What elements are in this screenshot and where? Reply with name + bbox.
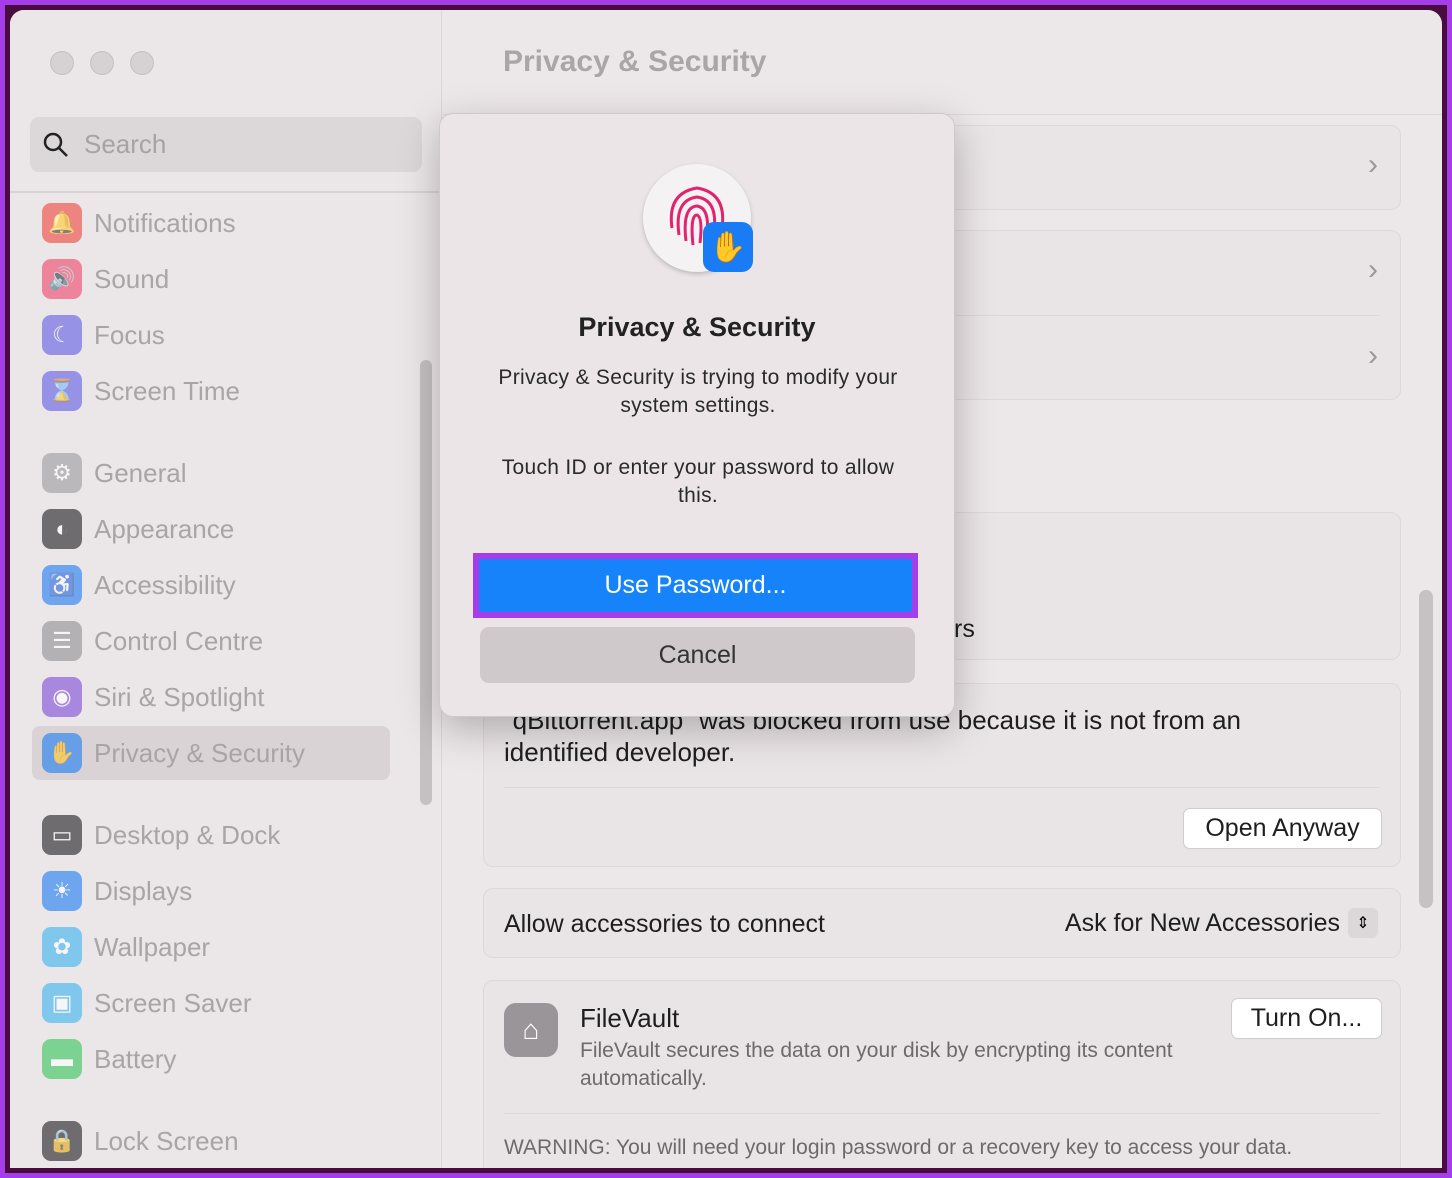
sidebar-item-label: Battery bbox=[94, 1043, 177, 1074]
accessibility-icon: ♿ bbox=[42, 565, 82, 605]
search-field[interactable]: Search bbox=[30, 117, 422, 172]
sidebar-item-sound[interactable]: 🔊 Sound bbox=[32, 252, 390, 306]
chevron-right-icon: › bbox=[1368, 148, 1378, 181]
up-down-chevron-icon: ⇕ bbox=[1348, 908, 1378, 938]
sidebar-item-control-centre[interactable]: ☰ Control Centre bbox=[32, 614, 390, 668]
accessories-row: Allow accessories to connect Ask for New… bbox=[483, 888, 1401, 958]
appearance-icon: ◐ bbox=[42, 509, 82, 549]
siri-icon: ◉ bbox=[42, 677, 82, 717]
speaker-icon: 🔊 bbox=[42, 259, 82, 299]
accessories-label: Allow accessories to connect bbox=[504, 910, 825, 938]
dialog-message: Privacy & Security is trying to modify y… bbox=[498, 366, 898, 417]
sidebar-item-label: Screen Saver bbox=[94, 987, 252, 1018]
sidebar-item-notifications[interactable]: 🔔 Notifications bbox=[32, 196, 390, 250]
moon-icon: ☾ bbox=[42, 315, 82, 355]
use-password-button[interactable]: Use Password... bbox=[479, 559, 912, 612]
window-controls bbox=[50, 51, 154, 75]
filevault-card: ⌂ FileVault FileVault secures the data o… bbox=[483, 980, 1401, 1168]
sidebar-item-desktop-dock[interactable]: ▭ Desktop & Dock bbox=[32, 808, 390, 862]
sidebar-item-label: Desktop & Dock bbox=[94, 819, 281, 850]
sidebar-item-label: Siri & Spotlight bbox=[94, 681, 265, 712]
sidebar-scrollbar[interactable] bbox=[420, 360, 432, 805]
sidebar-item-privacy-security[interactable]: ✋ Privacy & Security bbox=[32, 726, 390, 780]
sidebar-item-general[interactable]: ⚙ General bbox=[32, 446, 390, 500]
sidebar-item-label: Accessibility bbox=[94, 569, 236, 600]
zoom-button[interactable] bbox=[130, 51, 154, 75]
sidebar-item-label: Control Centre bbox=[94, 625, 264, 656]
dialog-title: Privacy & Security bbox=[578, 312, 816, 342]
close-button[interactable] bbox=[50, 51, 74, 75]
sidebar-item-label: Sound bbox=[94, 263, 170, 294]
filevault-description: FileVault secures the data on your disk … bbox=[580, 1039, 1173, 1090]
sidebar-item-label: Lock Screen bbox=[94, 1125, 239, 1156]
sidebar-item-screen-saver[interactable]: ▣ Screen Saver bbox=[32, 976, 390, 1030]
page-title: Privacy & Security bbox=[503, 45, 767, 78]
sidebar-item-displays[interactable]: ☀ Displays bbox=[32, 864, 390, 918]
sidebar-item-siri-spotlight[interactable]: ◉ Siri & Spotlight bbox=[32, 670, 390, 724]
toggles-icon: ☰ bbox=[42, 621, 82, 661]
sidebar-item-label: Screen Time bbox=[94, 375, 240, 406]
open-anyway-button[interactable]: Open Anyway bbox=[1183, 808, 1382, 849]
sidebar-item-label: Notifications bbox=[94, 207, 236, 238]
search-icon bbox=[43, 132, 68, 157]
dock-icon: ▭ bbox=[42, 815, 82, 855]
partial-label: rs bbox=[954, 615, 975, 643]
lock-icon: 🔒 bbox=[42, 1121, 82, 1161]
chevron-right-icon[interactable]: › bbox=[1368, 253, 1378, 287]
sidebar: Search 🔔 Notifications 🔊 Sound ☾ Focus ⌛ Screen… bbox=[10, 10, 442, 1168]
chevron-right-icon[interactable]: › bbox=[1368, 339, 1378, 373]
sidebar-item-battery[interactable]: ▬ Battery bbox=[32, 1032, 390, 1086]
battery-icon: ▬ bbox=[42, 1039, 82, 1079]
sidebar-item-focus[interactable]: ☾ Focus bbox=[32, 308, 390, 362]
sidebar-item-accessibility[interactable]: ♿ Accessibility bbox=[32, 558, 390, 612]
sidebar-item-label: General bbox=[94, 457, 187, 488]
filevault-warning: WARNING: You will need your login passwo… bbox=[504, 1136, 1293, 1159]
gear-icon: ⚙ bbox=[42, 453, 82, 493]
filevault-title: FileVault bbox=[580, 1003, 680, 1033]
sidebar-item-label: Appearance bbox=[94, 513, 235, 544]
hourglass-icon: ⌛ bbox=[42, 371, 82, 411]
sidebar-item-label: Displays bbox=[94, 875, 193, 906]
turn-on-button[interactable]: Turn On... bbox=[1231, 998, 1382, 1039]
dialog-prompt: Touch ID or enter your password to allow… bbox=[501, 456, 895, 507]
sidebar-item-screen-time[interactable]: ⌛ Screen Time bbox=[32, 364, 390, 418]
sidebar-item-label: Focus bbox=[94, 319, 165, 350]
hand-icon: ✋ bbox=[703, 222, 753, 272]
sidebar-item-wallpaper[interactable]: ✿ Wallpaper bbox=[32, 920, 390, 974]
screensaver-icon: ▣ bbox=[42, 983, 82, 1023]
accessories-value: Ask for New Accessories bbox=[1064, 908, 1340, 937]
hand-icon: ✋ bbox=[42, 733, 82, 773]
highlight-box: Use Password... bbox=[473, 553, 918, 618]
flower-icon: ✿ bbox=[42, 927, 82, 967]
sidebar-item-lock-screen[interactable]: 🔒 Lock Screen bbox=[32, 1114, 390, 1168]
search-placeholder: Search bbox=[84, 129, 167, 159]
accessories-select[interactable]: Ask for New Accessories ⇕ bbox=[1065, 908, 1378, 938]
sun-icon: ☀ bbox=[42, 871, 82, 911]
sidebar-item-appearance[interactable]: ◐ Appearance bbox=[32, 502, 390, 556]
sidebar-item-label: Privacy & Security bbox=[94, 737, 305, 768]
main-scrollbar[interactable] bbox=[1419, 590, 1433, 908]
sidebar-item-label: Wallpaper bbox=[94, 931, 211, 962]
sidebar-divider bbox=[10, 191, 442, 193]
bell-icon: 🔔 bbox=[42, 203, 82, 243]
cancel-button[interactable]: Cancel bbox=[480, 627, 915, 683]
auth-dialog: ✋ Privacy & Security Privacy & Security … bbox=[439, 113, 955, 717]
filevault-icon: ⌂ bbox=[504, 1003, 558, 1057]
minimize-button[interactable] bbox=[90, 51, 114, 75]
